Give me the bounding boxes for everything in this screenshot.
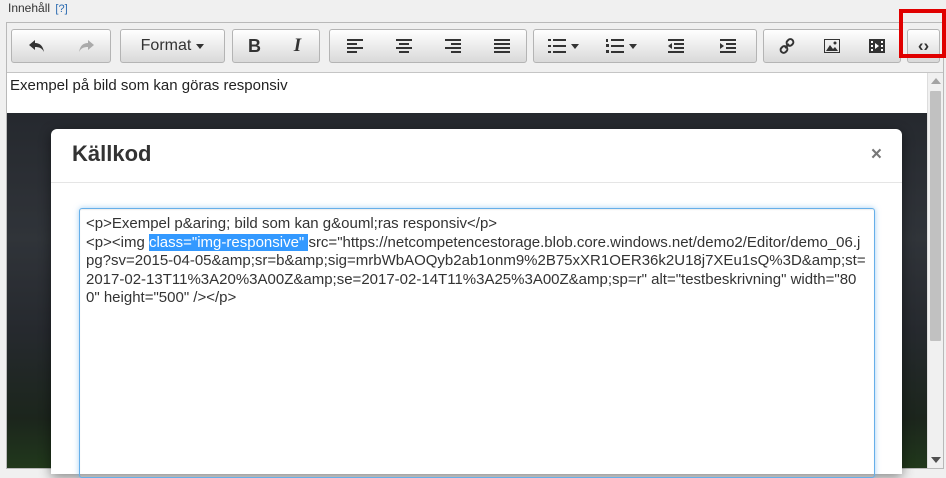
highlight-annotation — [899, 9, 946, 58]
alignment-group — [329, 29, 527, 63]
field-label: Innehåll [?] — [8, 1, 68, 21]
chevron-down-icon — [628, 43, 637, 49]
indent-button[interactable] — [702, 30, 754, 62]
insert-link-button[interactable] — [764, 30, 809, 62]
editor-scrollbar[interactable] — [927, 73, 943, 468]
align-right-icon — [444, 39, 461, 53]
align-right-button[interactable] — [428, 30, 477, 62]
indent-icon — [720, 39, 736, 53]
editor-toolbar: Format B I ‹› — [7, 23, 943, 73]
code-line-1: <p>Exempel p&aring; bild som kan g&ouml;… — [86, 215, 498, 232]
numbered-list-icon — [605, 39, 624, 53]
text-style-group: B I — [232, 29, 320, 63]
source-code-textarea[interactable]: <p>Exempel p&aring; bild som kan g&ouml;… — [79, 208, 875, 478]
insert-media-button[interactable] — [855, 30, 900, 62]
redo-icon — [79, 40, 94, 52]
dialog-title: Källkod — [72, 141, 152, 166]
undo-button[interactable] — [12, 30, 62, 62]
bold-button[interactable]: B — [233, 30, 276, 62]
bold-icon: B — [248, 35, 261, 56]
dialog-header: Källkod × — [51, 129, 902, 183]
image-icon — [823, 39, 840, 53]
redo-button[interactable] — [62, 30, 110, 62]
insert-group — [763, 29, 901, 63]
media-icon — [869, 39, 886, 53]
italic-icon: I — [293, 35, 302, 56]
align-left-icon — [346, 39, 363, 53]
numbered-list-button[interactable] — [592, 30, 650, 62]
content-paragraph: Exempel på bild som kan göras responsiv — [10, 77, 288, 94]
format-dropdown[interactable]: Format — [121, 30, 224, 62]
chevron-down-icon — [570, 43, 579, 49]
help-link[interactable]: [?] — [55, 3, 67, 15]
align-left-button[interactable] — [330, 30, 379, 62]
align-center-icon — [395, 39, 412, 53]
format-label: Format — [140, 37, 192, 54]
italic-button[interactable]: I — [276, 30, 319, 62]
format-group: Format — [120, 29, 225, 63]
chevron-down-icon — [196, 43, 205, 49]
link-icon — [779, 38, 795, 54]
outdent-button[interactable] — [650, 30, 702, 62]
selected-code: class="img-responsive" — [148, 233, 309, 251]
undo-icon — [29, 40, 44, 52]
history-group — [11, 29, 111, 63]
close-icon: × — [870, 144, 882, 165]
source-code-dialog: Källkod × <p>Exempel p&aring; bild som k… — [51, 129, 902, 478]
insert-image-button[interactable] — [809, 30, 854, 62]
bullet-list-icon — [547, 39, 566, 53]
scroll-down-icon[interactable] — [931, 457, 941, 463]
code-img-start: <p><img — [86, 233, 149, 251]
align-justify-button[interactable] — [477, 30, 526, 62]
outdent-icon — [668, 39, 684, 53]
field-label-text: Innehåll — [8, 1, 51, 15]
align-justify-icon — [493, 39, 510, 53]
close-button[interactable]: × — [871, 145, 882, 164]
align-center-button[interactable] — [379, 30, 428, 62]
bullet-list-button[interactable] — [534, 30, 592, 62]
list-group — [533, 29, 757, 63]
scroll-thumb[interactable] — [930, 91, 941, 341]
scroll-up-icon[interactable] — [931, 78, 941, 84]
